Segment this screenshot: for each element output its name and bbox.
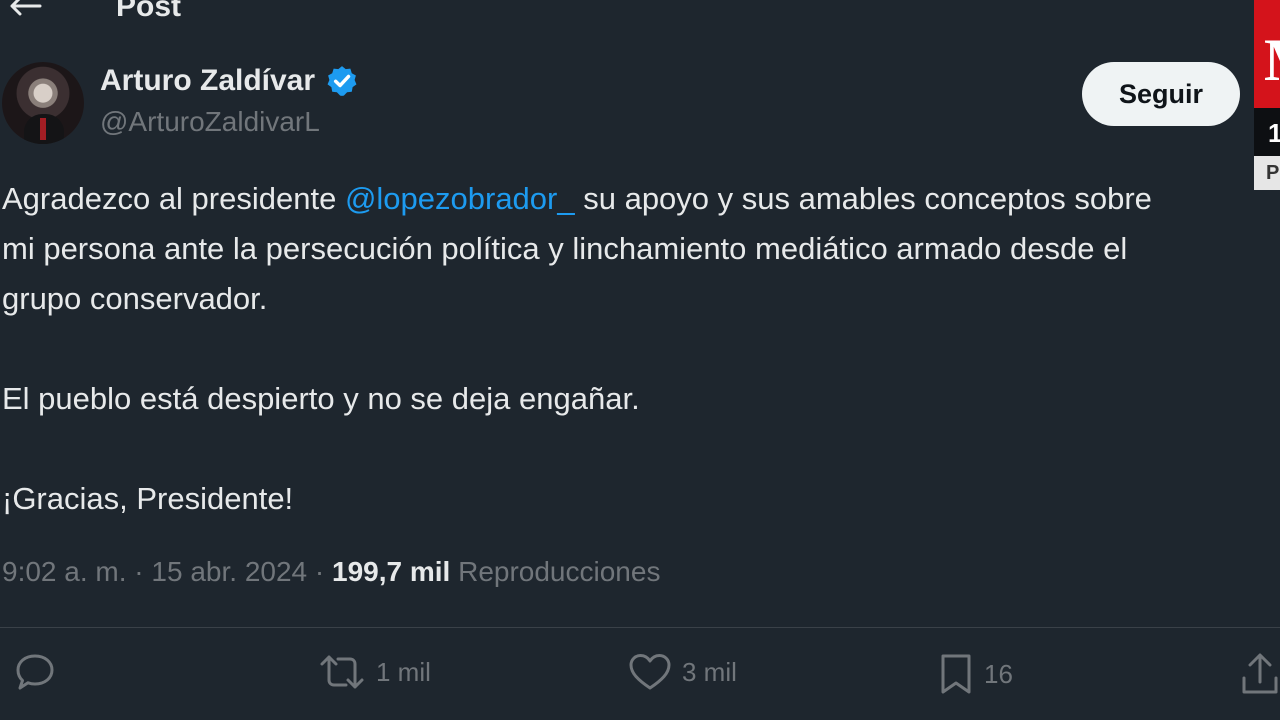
share-button[interactable] [1240, 652, 1280, 696]
bookmark-button[interactable]: 16 [938, 652, 1013, 696]
follow-button[interactable]: Seguir [1082, 62, 1240, 126]
meta-separator: · [134, 556, 152, 587]
tweet-line-2: mi persona ante la persecución política … [2, 231, 1128, 266]
like-button[interactable]: 3 mil [628, 652, 737, 692]
reply-button[interactable] [14, 652, 56, 692]
like-count: 3 mil [682, 656, 737, 687]
divider [0, 627, 1280, 628]
overlay-logo: M [1254, 0, 1280, 108]
post-header: Post [0, 0, 1240, 26]
views-label: Reproducciones [458, 556, 661, 587]
tweet-meta: 9:02 a. m. · 15 abr. 2024 · 199,7 mil Re… [2, 556, 660, 588]
tweet-line-3: grupo conservador. [2, 281, 268, 316]
retweet-count: 1 mil [376, 656, 431, 687]
reply-icon [16, 654, 54, 690]
overlay-digit: 1 [1254, 108, 1280, 156]
heart-icon [629, 654, 671, 690]
verified-badge-icon [327, 66, 357, 96]
retweet-button[interactable]: 1 mil [318, 652, 431, 692]
avatar[interactable] [2, 62, 84, 144]
author-handle[interactable]: @ArturoZaldivarL [100, 106, 320, 138]
share-icon [1242, 653, 1278, 694]
tweet-paragraph-2: El pueblo está despierto y no se deja en… [2, 381, 640, 416]
retweet-icon [320, 655, 364, 689]
tweet-paragraph-3: ¡Gracias, Presidente! [2, 481, 294, 516]
views-count: 199,7 mil [332, 556, 451, 587]
tweet-time[interactable]: 9:02 a. m. [2, 556, 127, 587]
tweet-blank-line [2, 324, 1280, 374]
author-display-name[interactable]: Arturo Zaldívar [100, 64, 315, 98]
bookmark-icon [941, 654, 971, 694]
overlay-logo-strip: M 1 P [1254, 0, 1280, 190]
bookmark-count: 16 [984, 658, 1013, 689]
back-arrow-icon[interactable] [6, 0, 42, 18]
tweet-date[interactable]: 15 abr. 2024 [151, 556, 307, 587]
page-title: Post [116, 0, 182, 23]
tweet-body: Agradezco al presidente @lopezobrador_ s… [2, 174, 1280, 524]
action-bar: 1 mil 3 mil 16 [0, 652, 1280, 702]
meta-separator: · [314, 556, 332, 587]
mention-link[interactable]: @lopezobrador_ [345, 181, 575, 216]
tweet-blank-line [2, 424, 1280, 474]
tweet-line-1: Agradezco al presidente @lopezobrador_ s… [2, 181, 1152, 216]
author-name-row: Arturo Zaldívar [100, 64, 359, 98]
